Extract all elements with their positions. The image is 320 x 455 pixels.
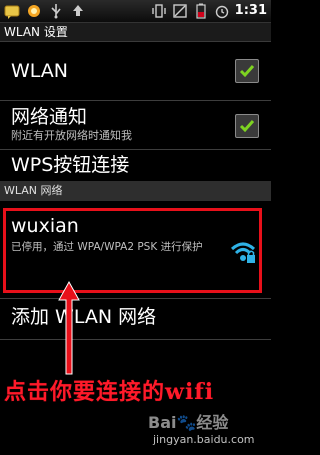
vibrate-icon [151,3,167,19]
add-network-row[interactable]: 添加 WLAN 网络 [0,299,271,339]
battery-icon [193,3,209,19]
wps-label: WPS按钮连接 [11,154,130,176]
arrow-up-icon [57,280,81,380]
check-icon [239,120,255,133]
wlan-toggle-row[interactable]: WLAN [0,43,271,100]
no-signal-icon [172,3,188,19]
baidu-logo: Bai🐾经验 [148,413,229,432]
add-network-label: 添加 WLAN 网络 [11,306,157,328]
annotation-text: 点击你要连接的wifi [4,379,215,405]
status-right-icons: 1:31 [151,3,267,19]
wlan-label: WLAN [11,60,69,82]
page-title: WLAN 设置 [0,23,271,42]
network-notify-label: 网络通知 [11,106,88,128]
usb-icon [48,3,64,19]
wps-row[interactable]: WPS按钮连接 [0,150,271,181]
status-left-icons [4,3,86,19]
network-notify-row[interactable]: 网络通知 附近有开放网络时通知我 [0,101,271,149]
network-notify-subtitle: 附近有开放网络时通知我 [11,129,132,142]
wlan-checkbox[interactable] [235,59,259,83]
alarm-icon [214,3,230,19]
status-time: 1:31 [234,3,267,18]
divider [0,339,271,340]
watermark-url: jingyan.baidu.com [153,433,255,446]
section-header-wlan-networks: WLAN 网络 [0,181,271,201]
sms-icon [4,3,20,19]
check-icon [239,65,255,78]
network-notify-checkbox[interactable] [235,114,259,138]
highlight-box [3,208,262,293]
weather-icon [26,3,42,19]
status-bar: 1:31 [0,0,271,23]
upload-icon [70,3,86,19]
